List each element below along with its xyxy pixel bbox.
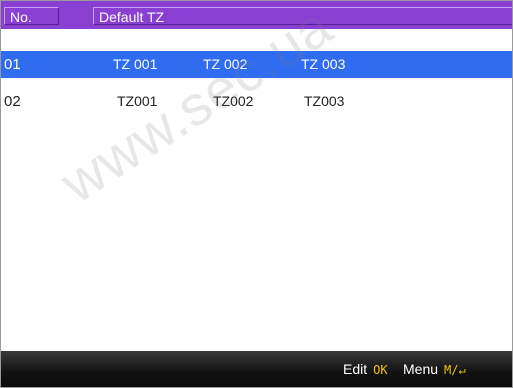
edit-label: Edit <box>343 361 368 377</box>
menu-label: Menu <box>403 361 439 377</box>
softkey-bar: Edit OK Menu M/↵ <box>1 351 512 387</box>
menu-softkey[interactable]: Menu M/↵ <box>403 361 466 378</box>
edit-softkey[interactable]: Edit OK <box>343 361 388 378</box>
column-header-no[interactable]: No. <box>4 7 59 25</box>
row-number: 02 <box>4 93 21 110</box>
timezone-3-cell: TZ003 <box>304 93 345 109</box>
device-screen: No. Default TZ 01 TZ 001 TZ 002 TZ 003 0… <box>0 0 513 388</box>
timezone-1-cell: TZ 001 <box>113 56 158 72</box>
row-number: 01 <box>4 56 21 73</box>
ok-key-hint: OK <box>373 363 388 377</box>
menu-enter-key-hint: M/↵ <box>444 363 466 377</box>
